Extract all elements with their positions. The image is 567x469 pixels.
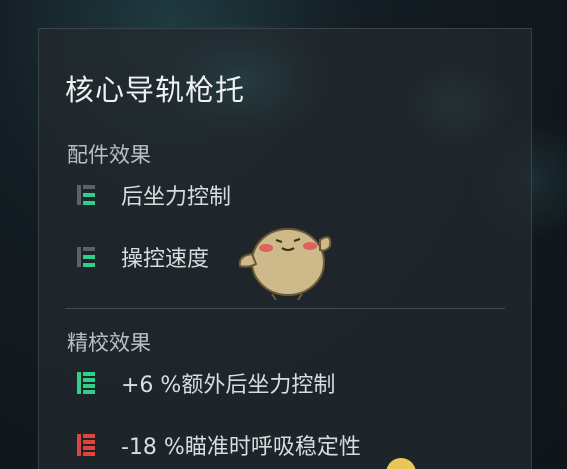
stat-bars-icon — [77, 247, 95, 267]
calibration-effects-label: 精校效果 — [67, 331, 151, 355]
effect-label: 操控速度 — [121, 247, 210, 272]
attachment-effects-label: 配件效果 — [67, 143, 151, 167]
effect-label: 后坐力控制 — [121, 185, 232, 210]
calibration-label: -18 %瞄准时呼吸稳定性 — [121, 435, 361, 460]
calibration-row-recoil-bonus: +6 %额外后坐力控制 — [75, 367, 335, 399]
attachment-title: 核心导轨枪托 — [65, 73, 246, 107]
chick-sticker-icon — [238, 228, 332, 300]
effect-row-handling-speed: 操控速度 — [75, 241, 209, 273]
effect-row-recoil-control: 后坐力控制 — [75, 179, 231, 211]
calibration-label: +6 %额外后坐力控制 — [121, 373, 336, 398]
section-divider — [65, 308, 505, 309]
calibration-row-breath-stability: -18 %瞄准时呼吸稳定性 — [75, 429, 361, 461]
stat-up-icon — [77, 372, 95, 394]
stat-down-icon — [77, 434, 95, 456]
stat-bars-icon — [77, 185, 95, 205]
